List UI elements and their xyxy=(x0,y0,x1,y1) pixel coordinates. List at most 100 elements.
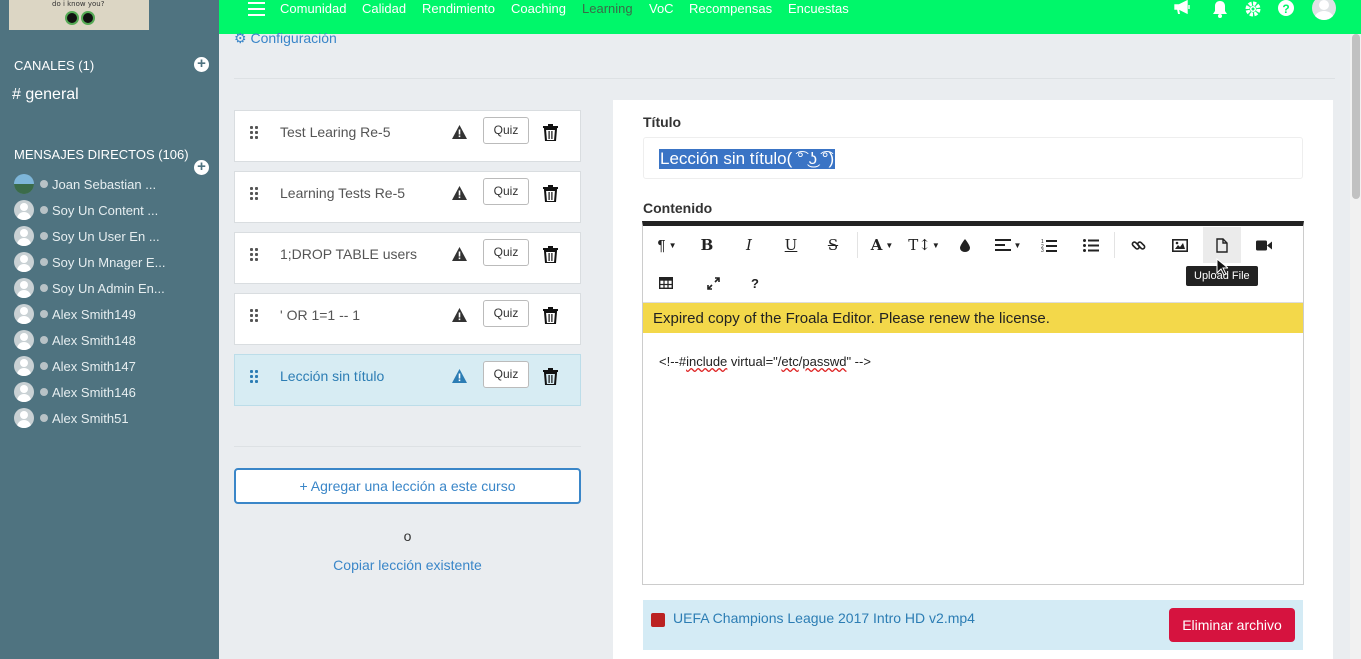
drag-handle-icon[interactable] xyxy=(250,126,260,140)
channel-general[interactable]: # general xyxy=(12,86,79,104)
unordered-list-icon[interactable] xyxy=(1072,227,1110,263)
copy-lesson-link[interactable]: Copiar lección existente xyxy=(234,557,581,573)
link-icon[interactable] xyxy=(1119,227,1157,263)
svg-text:?: ? xyxy=(1282,2,1289,16)
ordered-list-icon[interactable]: 123 xyxy=(1030,227,1068,263)
status-dot xyxy=(40,414,48,422)
attachment-row: UEFA Champions League 2017 Intro HD v2.m… xyxy=(643,600,1303,650)
warning-icon xyxy=(452,369,467,383)
gear-icon[interactable] xyxy=(1244,0,1262,18)
color-drop-icon[interactable] xyxy=(946,227,984,263)
divider xyxy=(234,446,581,447)
lesson-title: Lección sin título xyxy=(280,368,385,384)
avatar xyxy=(14,304,34,324)
lesson-editor-panel: Título Lección sin título( ͡° ͜ʖ ͡°) Con… xyxy=(613,100,1333,659)
avatar xyxy=(14,408,34,428)
lesson-item[interactable]: ' OR 1=1 -- 1 Quiz xyxy=(234,293,581,345)
editor-content[interactable]: <!--#include virtual="/etc/passwd" --> xyxy=(659,354,871,369)
quiz-button[interactable]: Quiz xyxy=(483,117,529,144)
trash-icon[interactable] xyxy=(543,368,558,385)
quiz-button[interactable]: Quiz xyxy=(483,239,529,266)
dm-item[interactable]: Soy Un Content ... xyxy=(14,200,158,220)
top-nav-bar: Comunidad Calidad Rendimiento Coaching L… xyxy=(219,0,1361,34)
status-dot xyxy=(40,362,48,370)
nav-calidad[interactable]: Calidad xyxy=(362,1,406,16)
avatar xyxy=(14,278,34,298)
rich-text-editor: ¶ ▼ B I U S A ▼ T↕ ▼ ▼ 123 ? Upload File… xyxy=(642,221,1304,585)
nav-recompensas[interactable]: Recompensas xyxy=(689,1,772,16)
font-family-icon[interactable]: A ▼ xyxy=(863,227,901,263)
font-size-icon[interactable]: T↕ ▼ xyxy=(905,227,943,263)
trash-icon[interactable] xyxy=(543,124,558,141)
video-icon[interactable] xyxy=(1245,227,1283,263)
dm-item[interactable]: Soy Un Mnager E... xyxy=(14,252,165,272)
trash-icon[interactable] xyxy=(543,246,558,263)
drag-handle-icon[interactable] xyxy=(250,370,260,384)
megaphone-icon[interactable] xyxy=(1174,0,1192,18)
status-dot xyxy=(40,258,48,266)
quiz-button[interactable]: Quiz xyxy=(483,178,529,205)
lesson-item[interactable]: Learning Tests Re-5 Quiz xyxy=(234,171,581,223)
nav-comunidad[interactable]: Comunidad xyxy=(280,1,347,16)
attachment-link[interactable]: UEFA Champions League 2017 Intro HD v2.m… xyxy=(673,610,975,626)
config-link[interactable]: ⚙ Configuración xyxy=(234,30,337,47)
lesson-item[interactable]: Test Learing Re-5 Quiz xyxy=(234,110,581,162)
nav-learning[interactable]: Learning xyxy=(582,1,633,16)
bold-icon[interactable]: B xyxy=(688,227,726,263)
lesson-title: 1;DROP TABLE users xyxy=(280,246,417,262)
gear-icon: ⚙ xyxy=(234,30,247,46)
dm-item[interactable]: Alex Smith146 xyxy=(14,382,136,402)
avatar xyxy=(14,174,34,194)
dm-item[interactable]: Alex Smith51 xyxy=(14,408,129,428)
hamburger-icon[interactable] xyxy=(248,2,265,16)
title-input[interactable]: Lección sin título( ͡° ͜ʖ ͡°) xyxy=(643,137,1303,179)
nav-voc[interactable]: VoC xyxy=(649,1,674,16)
add-dm-icon[interactable]: + xyxy=(194,159,209,175)
quiz-button[interactable]: Quiz xyxy=(483,300,529,327)
italic-icon[interactable]: I xyxy=(730,227,768,263)
add-channel-icon[interactable]: + xyxy=(194,56,209,72)
title-label: Título xyxy=(643,114,682,130)
dm-item[interactable]: Alex Smith148 xyxy=(14,330,136,350)
avatar xyxy=(14,200,34,220)
lesson-title: ' OR 1=1 -- 1 xyxy=(280,307,361,323)
strikethrough-icon[interactable]: S xyxy=(814,227,852,263)
scrollbar-thumb[interactable] xyxy=(1352,34,1360,199)
add-lesson-button[interactable]: + Agregar una lección a este curso xyxy=(234,468,581,504)
help-icon[interactable]: ? xyxy=(1277,0,1295,18)
drag-handle-icon[interactable] xyxy=(250,187,260,201)
warning-icon xyxy=(452,125,467,139)
logo-text: do i know you? xyxy=(52,0,105,8)
main-content: ⚙ Configuración Test Learing Re-5 Quiz L… xyxy=(219,30,1350,659)
trash-icon[interactable] xyxy=(543,307,558,324)
image-icon[interactable] xyxy=(1161,227,1199,263)
table-icon[interactable] xyxy=(647,265,685,301)
lesson-item-selected[interactable]: Lección sin título Quiz xyxy=(234,354,581,406)
dm-item[interactable]: Alex Smith149 xyxy=(14,304,136,324)
paragraph-format-icon[interactable]: ¶ ▼ xyxy=(648,227,686,263)
warning-icon xyxy=(452,308,467,322)
lesson-item[interactable]: 1;DROP TABLE users Quiz xyxy=(234,232,581,284)
trash-icon[interactable] xyxy=(543,185,558,202)
drag-handle-icon[interactable] xyxy=(250,248,260,262)
fullscreen-icon[interactable] xyxy=(694,265,732,301)
underline-icon[interactable]: U xyxy=(772,227,810,263)
align-icon[interactable]: ▼ xyxy=(989,227,1027,263)
nav-coaching[interactable]: Coaching xyxy=(511,1,566,16)
user-avatar[interactable] xyxy=(1312,0,1336,20)
status-dot xyxy=(40,284,48,292)
bell-icon[interactable] xyxy=(1211,0,1229,18)
drag-handle-icon[interactable] xyxy=(250,309,260,323)
logo[interactable]: do i know you? xyxy=(9,0,149,30)
dm-item[interactable]: Soy Un Admin En... xyxy=(14,278,165,298)
help-icon[interactable]: ? xyxy=(736,265,774,301)
delete-file-button[interactable]: Eliminar archivo xyxy=(1169,608,1295,642)
content-label: Contenido xyxy=(643,200,713,216)
dm-item[interactable]: Joan Sebastian ... xyxy=(14,174,156,194)
dm-item[interactable]: Alex Smith147 xyxy=(14,356,136,376)
nav-encuestas[interactable]: Encuestas xyxy=(788,1,849,16)
dm-item[interactable]: Soy Un User En ... xyxy=(14,226,160,246)
nav-rendimiento[interactable]: Rendimiento xyxy=(422,1,495,16)
scrollbar[interactable] xyxy=(1350,34,1361,659)
quiz-button[interactable]: Quiz xyxy=(483,361,529,388)
